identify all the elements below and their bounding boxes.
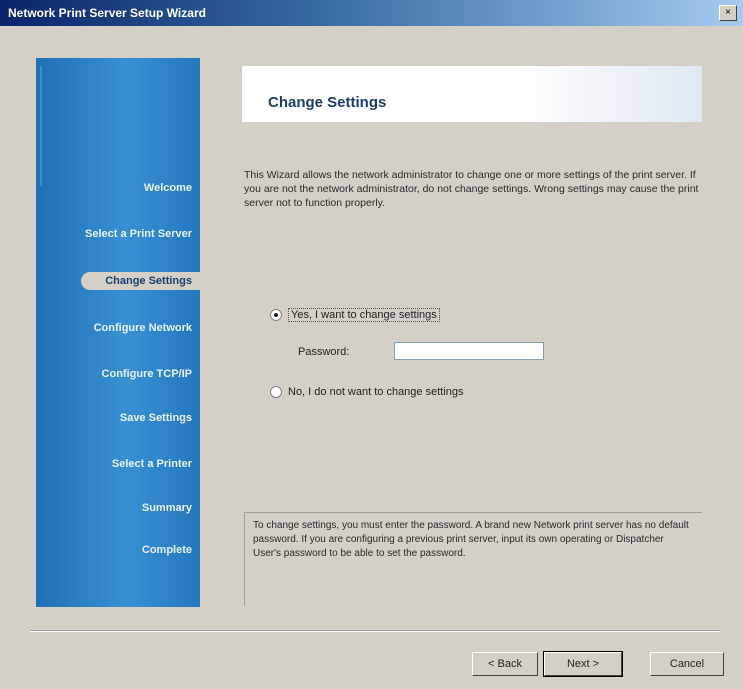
wizard-sidebar: Welcome Select a Print Server Change Set… (36, 58, 200, 607)
back-button[interactable]: < Back (472, 652, 538, 676)
wizard-content: Change Settings This Wizard allows the n… (238, 58, 713, 607)
sidebar-item-configure-network[interactable]: Configure Network (94, 322, 192, 334)
option-yes-label[interactable]: Yes, I want to change settings (288, 308, 440, 322)
option-no-radio[interactable] (270, 386, 282, 398)
note-text: To change settings, you must enter the p… (244, 512, 702, 606)
password-input[interactable] (394, 342, 544, 360)
option-no-label[interactable]: No, I do not want to change settings (288, 386, 464, 398)
title-bar: Network Print Server Setup Wizard × (0, 0, 743, 26)
password-label: Password: (298, 346, 350, 358)
option-no-row[interactable]: No, I do not want to change settings (270, 386, 464, 398)
sidebar-item-welcome[interactable]: Welcome (144, 182, 192, 194)
page-title: Change Settings (268, 94, 387, 111)
option-yes-row[interactable]: Yes, I want to change settings (270, 308, 440, 322)
sidebar-watermark (40, 66, 70, 186)
sidebar-item-configure-tcpip[interactable]: Configure TCP/IP (102, 368, 192, 380)
window-title: Network Print Server Setup Wizard (8, 6, 206, 20)
sidebar-item-save-settings[interactable]: Save Settings (120, 412, 192, 424)
sidebar-item-select-print-server[interactable]: Select a Print Server (85, 228, 192, 240)
sidebar-item-summary[interactable]: Summary (142, 502, 192, 514)
footer-separator (30, 630, 720, 632)
header-banner: Change Settings (242, 66, 702, 122)
next-button[interactable]: Next > (543, 651, 623, 677)
description-text: This Wizard allows the network administr… (244, 169, 699, 209)
option-yes-radio[interactable] (270, 309, 282, 321)
sidebar-item-complete[interactable]: Complete (142, 544, 192, 556)
sidebar-item-select-printer[interactable]: Select a Printer (112, 458, 192, 470)
cancel-button[interactable]: Cancel (650, 652, 724, 676)
close-button[interactable]: × (719, 5, 737, 21)
sidebar-item-change-settings[interactable]: Change Settings (81, 272, 200, 290)
